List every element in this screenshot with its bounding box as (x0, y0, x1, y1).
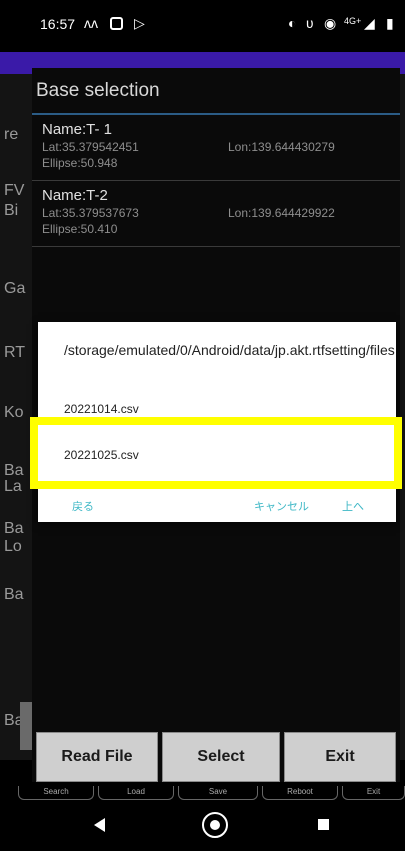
data-saver-icon: ◐ (288, 15, 297, 31)
file-item[interactable]: 20221014.csv (64, 402, 139, 416)
bg-label: Ga (4, 280, 26, 297)
notification-play-icon: ▷ (134, 15, 145, 31)
notification-box-icon (110, 17, 123, 30)
load-tab[interactable]: Load (98, 786, 174, 800)
bg-label: FV (4, 182, 25, 199)
bg-label: Lo (4, 538, 22, 555)
reboot-tab[interactable]: Reboot (262, 786, 338, 800)
record-divider (32, 246, 400, 247)
bg-label: Ba (4, 586, 24, 603)
search-tab[interactable]: Search (18, 786, 94, 800)
record-ellipse: Ellipse:50.410 (42, 222, 118, 236)
save-tab[interactable]: Save (178, 786, 258, 800)
navigation-bar (0, 800, 405, 851)
cancel-button[interactable]: キャンセル (254, 498, 309, 514)
bottom-toolbar: Search Load Save Reboot Exit (18, 786, 405, 800)
record-name: Name:T-2 (42, 187, 108, 204)
record-lat: Lat:35.379542451 (42, 140, 139, 154)
signal-icon: ◢ (364, 15, 375, 31)
base-record[interactable]: Name:T-2 Lat:35.379537673 Lon:139.644429… (32, 181, 400, 247)
record-name: Name:T- 1 (42, 121, 113, 138)
bg-label: re (4, 126, 19, 143)
home-icon[interactable] (202, 812, 228, 838)
record-lat: Lat:35.379537673 (42, 206, 139, 220)
recents-icon[interactable] (318, 819, 329, 830)
status-time: 16:57 (40, 16, 76, 32)
dialog-actions: Read File Select Exit (36, 732, 396, 782)
network-type: 4G+ (344, 16, 362, 26)
back-button[interactable]: 戻る (72, 498, 94, 514)
read-file-button[interactable]: Read File (36, 732, 158, 782)
record-lon: Lon:139.644429922 (228, 206, 335, 220)
base-record[interactable]: Name:T- 1 Lat:35.379542451 Lon:139.64443… (32, 115, 400, 181)
bg-label: RT (4, 344, 26, 361)
wifi-icon: ◉ (324, 15, 337, 31)
bg-label: Ba (4, 520, 24, 537)
bg-label: Ko (4, 404, 24, 421)
select-button[interactable]: Select (162, 732, 280, 782)
dialog-title: Base selection (36, 80, 160, 101)
status-bar: 16:57 ʌʌ ▷ ◐ ʋ ◉ 4G+ ◢ ▮ (0, 0, 405, 52)
bg-label: Bi (4, 202, 19, 219)
exit-tab[interactable]: Exit (342, 786, 405, 800)
record-ellipse: Ellipse:50.948 (42, 156, 118, 170)
bg-label: La (4, 478, 22, 495)
up-button[interactable]: 上へ (342, 498, 364, 514)
volte-icon: ʋ (306, 15, 314, 31)
record-lon: Lon:139.644430279 (228, 140, 335, 154)
notification-m-icon: ʌʌ (84, 15, 98, 31)
battery-icon: ▮ (386, 15, 394, 31)
current-directory-path: /storage/emulated/0/Android/data/jp.akt.… (64, 342, 395, 358)
exit-button[interactable]: Exit (284, 732, 396, 782)
back-icon[interactable] (94, 818, 105, 832)
highlight-box (30, 417, 402, 489)
